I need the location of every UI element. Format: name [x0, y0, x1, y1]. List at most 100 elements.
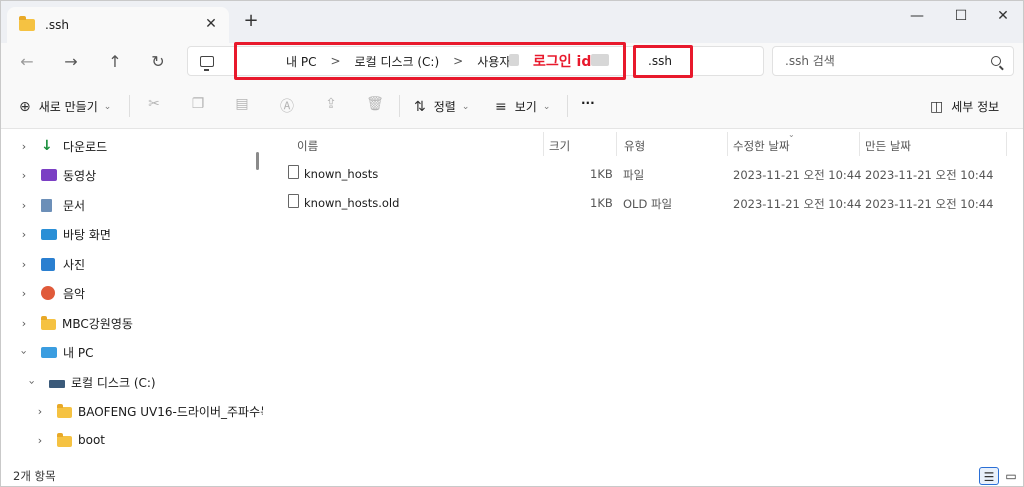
sidebar-item-pictures[interactable]: › 사진: [17, 253, 85, 275]
share-icon[interactable]: ⇪: [321, 96, 341, 112]
file-name: known_hosts: [304, 167, 379, 181]
column-header-type[interactable]: 유형: [624, 138, 645, 154]
paste-icon[interactable]: ▤: [232, 96, 252, 112]
details-label: 세부 정보: [951, 100, 1000, 114]
pictures-icon: [41, 257, 55, 271]
command-bar: ⊕ 새로 만들기 ⌄ ✂ ❐ ▤ Ⓐ ⇪ 🗑 ⇅ 정렬 ⌄ ≡ 보기 ⌄ ···…: [1, 83, 1023, 129]
sidebar-item-desktop[interactable]: › 바탕 화면: [17, 223, 111, 245]
new-tab-button[interactable]: +: [241, 11, 261, 31]
details-pane-icon: ◫: [930, 98, 944, 115]
file-icon: [288, 165, 299, 179]
file-list: 이름 크기 유형 ⌄ 수정한 날짜 만든 날짜 known_hosts 1KB …: [264, 130, 1023, 466]
sidebar-item-label: 문서: [63, 198, 86, 213]
sidebar-item-local-disk[interactable]: › 로컬 디스크 (C:): [25, 371, 156, 393]
column-divider[interactable]: [727, 132, 728, 156]
title-bar: .ssh ✕ + — ☐ ✕: [1, 1, 1023, 43]
sidebar-item-label: boot: [78, 433, 106, 447]
plus-circle-icon: ⊕: [19, 98, 31, 115]
sidebar-item-label: 사진: [63, 257, 86, 272]
sidebar-item-my-pc[interactable]: › 내 PC: [17, 341, 94, 363]
table-row[interactable]: known_hosts 1KB 파일 2023-11-21 오전 10:44 2…: [284, 162, 1014, 186]
login-id-annotation: 로그인 id: [533, 54, 592, 70]
sidebar-item-downloads[interactable]: › ↓ 다운로드: [17, 135, 107, 157]
sidebar-item-mbc-folder[interactable]: › MBC강원영동: [17, 312, 133, 334]
column-header-name[interactable]: 이름: [297, 138, 318, 154]
details-view-icon[interactable]: ☰: [979, 467, 999, 485]
sidebar-item-videos[interactable]: › 동영상: [17, 164, 96, 186]
chevron-right-icon[interactable]: ›: [17, 258, 31, 271]
column-header-modified[interactable]: 수정한 날짜: [733, 138, 790, 154]
document-icon: [41, 198, 52, 212]
tiles-view-icon[interactable]: ▭: [1001, 467, 1021, 485]
up-button[interactable]: ↑: [101, 51, 129, 73]
minimize-button[interactable]: —: [895, 5, 939, 27]
refresh-button[interactable]: ↻: [144, 51, 172, 73]
chevron-right-icon[interactable]: ›: [33, 405, 47, 418]
column-divider[interactable]: [616, 132, 617, 156]
file-modified: 2023-11-21 오전 10:44: [733, 197, 862, 211]
details-pane-button[interactable]: ◫ 세부 정보: [930, 98, 999, 115]
file-type: 파일: [623, 168, 645, 182]
sidebar-item-music[interactable]: › 음악: [17, 282, 85, 304]
more-options-button[interactable]: ···: [581, 96, 595, 110]
cut-icon[interactable]: ✂: [144, 96, 164, 112]
redacted-block: [591, 54, 609, 66]
column-divider[interactable]: [543, 132, 544, 156]
file-size: 1KB: [590, 196, 613, 210]
close-window-button[interactable]: ✕: [981, 5, 1024, 27]
chevron-right-icon[interactable]: ›: [17, 287, 31, 300]
divider: [399, 95, 400, 117]
new-label: 새로 만들기: [38, 100, 98, 114]
column-header-created[interactable]: 만든 날짜: [865, 138, 911, 154]
table-row[interactable]: known_hosts.old 1KB OLD 파일 2023-11-21 오전…: [284, 191, 1014, 215]
pc-icon: [200, 55, 214, 71]
search-input[interactable]: [785, 54, 985, 68]
rename-icon[interactable]: Ⓐ: [277, 96, 297, 116]
pc-icon: [41, 346, 57, 358]
chevron-down-icon: ⌄: [461, 101, 470, 112]
delete-icon[interactable]: 🗑: [365, 96, 385, 112]
chevron-right-icon[interactable]: ›: [17, 317, 31, 330]
file-modified: 2023-11-21 오전 10:44: [733, 168, 862, 182]
back-button[interactable]: ←: [13, 51, 41, 73]
desktop-icon: [41, 228, 57, 240]
forward-button[interactable]: →: [57, 51, 85, 73]
folder-icon: [41, 316, 56, 330]
search-box[interactable]: [772, 46, 1014, 76]
column-divider[interactable]: [1006, 132, 1007, 156]
sort-button[interactable]: ⇅ 정렬 ⌄: [414, 98, 469, 115]
tab-close-icon[interactable]: ✕: [203, 16, 219, 32]
maximize-button[interactable]: ☐: [939, 5, 983, 27]
sidebar-item-label: BAOFENG UV16-드라이버_주파수목: [78, 404, 263, 419]
new-button[interactable]: ⊕ 새로 만들기 ⌄: [19, 98, 111, 115]
redacted-block: [509, 54, 519, 66]
sidebar-item-boot-folder[interactable]: › boot: [33, 429, 105, 451]
chevron-right-icon[interactable]: ›: [17, 228, 31, 241]
chevron-right-icon[interactable]: ›: [17, 169, 31, 182]
divider: [129, 95, 130, 117]
tab-title: .ssh: [45, 18, 69, 32]
sidebar-item-documents[interactable]: › 문서: [17, 194, 85, 216]
chevron-right-icon[interactable]: ›: [33, 434, 47, 447]
view-button[interactable]: ≡ 보기 ⌄: [495, 98, 550, 115]
sidebar-item-label: 동영상: [63, 168, 97, 183]
column-header-size[interactable]: 크기: [549, 138, 570, 154]
folder-icon: [19, 16, 35, 31]
chevron-right-icon[interactable]: ›: [17, 140, 31, 153]
column-divider[interactable]: [859, 132, 860, 156]
sidebar-item-baofeng-folder[interactable]: › BAOFENG UV16-드라이버_주파수목: [33, 400, 263, 422]
tab-ssh[interactable]: .ssh ✕: [7, 7, 229, 43]
status-bar: 2개 항목 ☰ ▭: [1, 466, 1023, 486]
search-icon[interactable]: [991, 56, 1001, 66]
sort-label: 정렬: [433, 100, 456, 114]
music-icon: [41, 286, 55, 300]
folder-icon: [57, 404, 72, 418]
copy-icon[interactable]: ❐: [188, 96, 208, 112]
chevron-down-icon[interactable]: ›: [26, 375, 39, 389]
sidebar-item-label: 바탕 화면: [63, 227, 111, 242]
sidebar-scrollbar[interactable]: [256, 152, 259, 170]
file-name: known_hosts.old: [304, 196, 400, 210]
chevron-down-icon[interactable]: ›: [18, 345, 31, 359]
chevron-right-icon[interactable]: ›: [17, 199, 31, 212]
file-created: 2023-11-21 오전 10:44: [865, 168, 994, 182]
